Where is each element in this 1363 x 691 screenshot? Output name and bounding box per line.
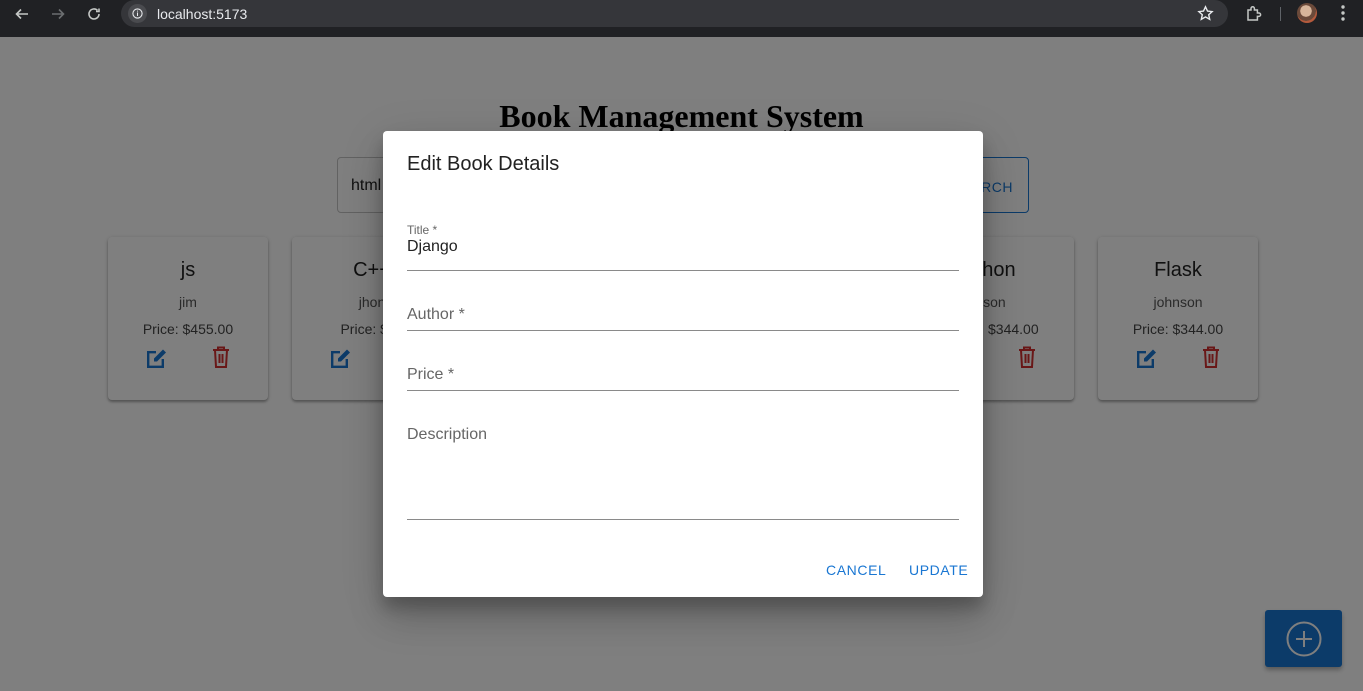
edit-book-dialog: Edit Book Details Title * Django Author … xyxy=(383,131,983,597)
description-label: Description xyxy=(407,426,488,443)
profile-avatar[interactable] xyxy=(1297,3,1317,23)
extensions-icon[interactable] xyxy=(1244,4,1264,24)
site-info-icon[interactable] xyxy=(128,4,147,23)
toolbar-divider xyxy=(1280,7,1281,21)
description-field[interactable]: Description xyxy=(407,426,959,520)
url-text: localhost:5173 xyxy=(157,6,248,22)
update-button[interactable]: UPDATE xyxy=(909,562,968,578)
title-field[interactable]: Title * Django xyxy=(407,223,959,271)
author-field[interactable]: Author * xyxy=(407,306,959,331)
dialog-title: Edit Book Details xyxy=(407,153,560,175)
back-icon[interactable] xyxy=(8,0,36,27)
more-menu-icon[interactable] xyxy=(1336,4,1350,24)
address-bar[interactable]: localhost:5173 xyxy=(121,0,1228,27)
forward-icon[interactable] xyxy=(44,0,72,27)
price-label: Price * xyxy=(407,366,455,383)
cancel-button[interactable]: CANCEL xyxy=(826,562,886,578)
reload-icon[interactable] xyxy=(80,0,108,27)
author-label: Author * xyxy=(407,306,465,323)
bookmark-star-icon[interactable] xyxy=(1197,5,1214,22)
browser-toolbar: localhost:5173 xyxy=(0,0,1363,37)
price-field[interactable]: Price * xyxy=(407,366,959,391)
title-value: Django xyxy=(407,238,458,255)
title-label: Title * xyxy=(407,223,438,237)
